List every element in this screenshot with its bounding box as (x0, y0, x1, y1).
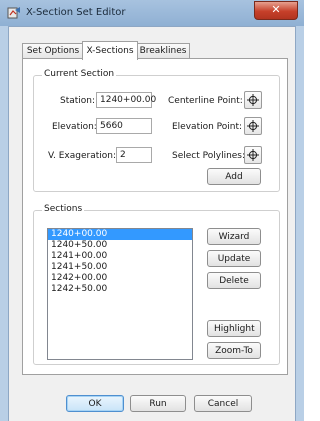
elevation-label: Elevation: (52, 122, 97, 132)
current-section-title: Current Section (42, 69, 117, 79)
close-icon: ✕ (271, 3, 281, 16)
list-item[interactable]: 1242+50.00 (48, 284, 192, 295)
elevation-point-label: Elevation Point: (172, 122, 243, 132)
exaggeration-field[interactable]: 2 (116, 147, 152, 163)
app-icon (7, 7, 20, 19)
run-button[interactable]: Run (130, 395, 186, 412)
list-item[interactable]: 1241+00.00 (48, 251, 192, 262)
tab-label: X-Sections (86, 46, 134, 56)
station-label: Station: (60, 96, 96, 106)
centerline-point-label: Centerline Point: (168, 96, 243, 106)
list-item[interactable]: 1240+00.00 (48, 229, 192, 240)
tab-breaklines[interactable]: Breaklines (136, 43, 190, 59)
elevation-field[interactable]: 5660 (96, 118, 152, 134)
tab-x-sections[interactable]: X-Sections (82, 41, 138, 60)
sections-title: Sections (42, 204, 85, 214)
list-item[interactable]: 1240+50.00 (48, 240, 192, 251)
delete-button[interactable]: Delete (207, 272, 261, 289)
add-button[interactable]: Add (207, 168, 261, 185)
sections-list[interactable]: 1240+00.00 1240+50.00 1241+00.00 1241+50… (47, 228, 193, 360)
zoom-to-button[interactable]: Zoom-To (207, 342, 261, 359)
list-item[interactable]: 1242+00.00 (48, 273, 192, 284)
select-polylines-button[interactable] (244, 146, 262, 164)
cancel-button[interactable]: Cancel (194, 395, 252, 412)
elevation-point-button[interactable] (244, 117, 262, 135)
crosshair-icon (247, 120, 259, 132)
crosshair-icon (247, 94, 259, 106)
tab-label: Breaklines (139, 46, 187, 56)
list-item[interactable]: 1241+50.00 (48, 262, 192, 273)
window-title: X-Section Set Editor (26, 7, 126, 18)
tab-set-options[interactable]: Set Options (22, 43, 84, 59)
title-bar[interactable]: X-Section Set Editor ✕ (0, 0, 304, 26)
tab-label: Set Options (26, 46, 80, 56)
crosshair-icon (247, 149, 259, 161)
wizard-button[interactable]: Wizard (207, 228, 261, 245)
close-button[interactable]: ✕ (254, 1, 298, 20)
station-field[interactable]: 1240+00.00 (96, 92, 156, 108)
select-polylines-label: Select Polylines: (172, 151, 246, 161)
update-button[interactable]: Update (207, 250, 261, 267)
highlight-button[interactable]: Highlight (207, 320, 261, 337)
centerline-point-button[interactable] (244, 91, 262, 109)
exaggeration-label: V. Exageration: (48, 151, 116, 161)
ok-button[interactable]: OK (66, 395, 124, 412)
